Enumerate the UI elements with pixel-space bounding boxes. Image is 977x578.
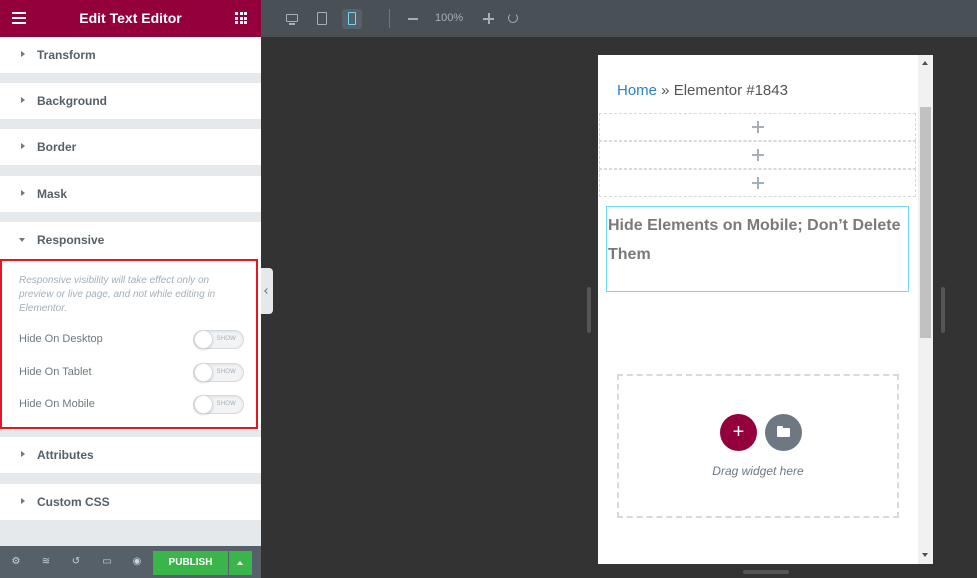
caret-right-icon bbox=[21, 97, 25, 103]
editor-panel: Edit Text Editor Transform Background Bo… bbox=[0, 0, 261, 578]
panel-collapse-toggle[interactable] bbox=[261, 268, 273, 314]
add-template-button[interactable] bbox=[765, 414, 802, 451]
widget-drop-zone[interactable]: + Drag widget here bbox=[617, 374, 899, 518]
caret-right-icon bbox=[21, 143, 25, 149]
hide-tablet-switch[interactable]: SHOW bbox=[193, 363, 244, 382]
text-editor-widget[interactable]: Hide Elements on Mobile; Don’t Delete Th… bbox=[606, 206, 909, 292]
zoom-reset-icon[interactable] bbox=[508, 13, 518, 23]
empty-section[interactable] bbox=[599, 141, 916, 169]
tablet-icon[interactable] bbox=[312, 9, 332, 29]
hide-desktop-switch[interactable]: SHOW bbox=[193, 330, 244, 349]
caret-right-icon bbox=[21, 190, 25, 196]
desktop-icon[interactable] bbox=[282, 9, 302, 29]
zoom-level: 100% bbox=[435, 12, 464, 24]
section-label: Transform bbox=[37, 48, 96, 62]
publish-options-button[interactable] bbox=[229, 551, 252, 575]
hide-mobile-switch[interactable]: SHOW bbox=[193, 395, 244, 414]
toggle-row-hide-desktop: Hide On Desktop SHOW bbox=[19, 330, 244, 350]
chevron-left-icon bbox=[264, 288, 270, 294]
resize-handle-left[interactable] bbox=[587, 287, 591, 333]
breadcrumb-home-link[interactable]: Home bbox=[617, 82, 657, 99]
resize-handle-bottom[interactable] bbox=[743, 570, 789, 574]
section-mask[interactable]: Mask bbox=[0, 176, 261, 212]
section-background[interactable]: Background bbox=[0, 83, 261, 119]
responsive-highlight-box: Responsive visibility will take effect o… bbox=[0, 259, 258, 429]
widgets-grid-icon[interactable] bbox=[235, 12, 247, 24]
folder-icon bbox=[777, 426, 790, 437]
section-transform[interactable]: Transform bbox=[0, 37, 261, 73]
publish-button[interactable]: PUBLISH bbox=[153, 551, 228, 575]
responsive-mode-icon[interactable]: ▭ bbox=[102, 557, 112, 567]
caret-down-icon bbox=[19, 238, 25, 242]
add-column-icon[interactable] bbox=[752, 149, 764, 161]
resize-handle-right[interactable] bbox=[941, 287, 945, 333]
breadcrumb-current: Elementor #1843 bbox=[673, 82, 788, 99]
mobile-preview: Home » Elementor #1843 Hide Elements on … bbox=[598, 55, 933, 564]
switch-knob bbox=[194, 330, 213, 349]
zoom-out-icon[interactable] bbox=[408, 18, 418, 20]
empty-section[interactable] bbox=[599, 113, 916, 141]
mobile-icon[interactable] bbox=[342, 9, 362, 29]
toggle-row-hide-mobile: Hide On Mobile SHOW bbox=[19, 395, 244, 415]
caret-right-icon bbox=[21, 51, 25, 57]
toggle-label: Hide On Mobile bbox=[19, 398, 95, 410]
panel-header: Edit Text Editor bbox=[0, 0, 261, 37]
widget-heading-text: Hide Elements on Mobile; Don’t Delete Th… bbox=[608, 217, 901, 263]
scroll-up-arrow-icon[interactable] bbox=[922, 61, 928, 65]
caret-right-icon bbox=[21, 498, 25, 504]
preview-scrollbar[interactable] bbox=[918, 55, 933, 564]
preview-eye-icon[interactable]: ◉ bbox=[132, 557, 142, 567]
section-border[interactable]: Border bbox=[0, 129, 261, 165]
switch-state: SHOW bbox=[216, 369, 236, 375]
section-custom-css[interactable]: Custom CSS bbox=[0, 484, 261, 520]
section-label: Background bbox=[37, 94, 108, 108]
toolbar-divider bbox=[389, 9, 390, 28]
section-responsive[interactable]: Responsive bbox=[0, 222, 261, 258]
add-section-button[interactable]: + bbox=[720, 414, 757, 451]
top-toolbar: 100% bbox=[261, 0, 977, 37]
caret-right-icon bbox=[21, 451, 25, 457]
empty-section[interactable] bbox=[599, 169, 916, 197]
scrollbar-thumb[interactable] bbox=[920, 107, 931, 338]
toggle-row-hide-tablet: Hide On Tablet SHOW bbox=[19, 363, 244, 383]
section-label: Attributes bbox=[37, 448, 94, 462]
scroll-down-arrow-icon[interactable] bbox=[922, 553, 928, 557]
section-label: Custom CSS bbox=[37, 495, 110, 509]
toggle-label: Hide On Desktop bbox=[19, 333, 103, 345]
switch-knob bbox=[194, 395, 213, 414]
breadcrumb-separator: » bbox=[657, 82, 674, 99]
switch-state: SHOW bbox=[216, 336, 236, 342]
section-label: Mask bbox=[37, 187, 68, 201]
switch-knob bbox=[194, 363, 213, 382]
switch-state: SHOW bbox=[216, 401, 236, 407]
navigator-layers-icon[interactable]: ≋ bbox=[41, 557, 51, 567]
section-label: Responsive bbox=[37, 233, 105, 247]
settings-gear-icon[interactable]: ⚙ bbox=[11, 557, 21, 567]
panel-title: Edit Text Editor bbox=[79, 10, 182, 26]
section-attributes[interactable]: Attributes bbox=[0, 437, 261, 473]
history-icon[interactable]: ↺ bbox=[71, 557, 81, 567]
toggle-label: Hide On Tablet bbox=[19, 366, 92, 378]
caret-up-icon bbox=[237, 561, 243, 565]
zoom-in-icon[interactable] bbox=[483, 13, 494, 24]
responsive-note: Responsive visibility will take effect o… bbox=[19, 275, 216, 314]
breadcrumb: Home » Elementor #1843 bbox=[617, 82, 788, 99]
section-label: Border bbox=[37, 140, 77, 154]
drop-zone-hint: Drag widget here bbox=[712, 464, 804, 478]
add-column-icon[interactable] bbox=[752, 177, 764, 189]
add-column-icon[interactable] bbox=[752, 121, 764, 133]
